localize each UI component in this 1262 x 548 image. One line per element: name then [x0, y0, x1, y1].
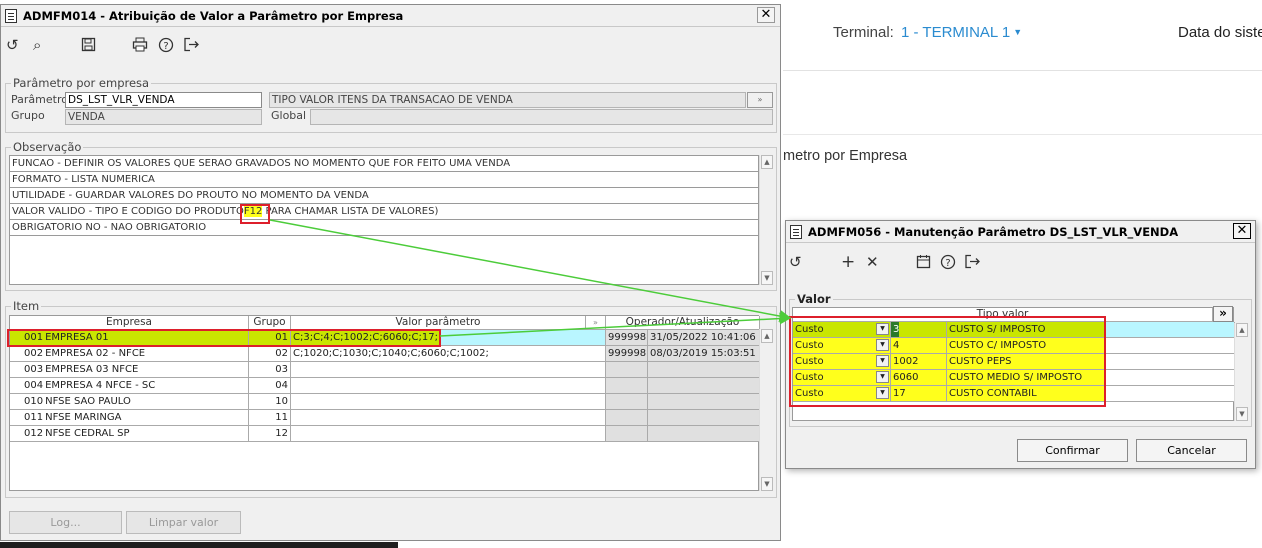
arrow-row-to-list: [439, 312, 792, 337]
annotation-arrows: [269, 219, 792, 337]
arrow-f12-to-list: [269, 219, 792, 322]
